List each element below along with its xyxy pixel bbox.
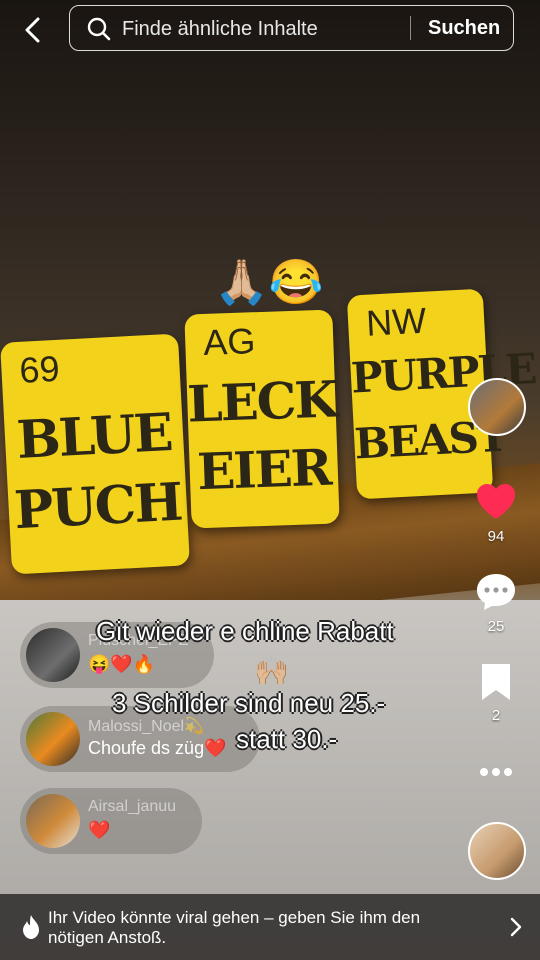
comment-icon[interactable]: [474, 570, 518, 614]
heart-icon[interactable]: [474, 480, 518, 524]
video-screen[interactable]: 69 BLUE PUCH AG LECK EIER NW PURPLE BEAS…: [0, 0, 540, 960]
banner-text: Ihr Video könnte viral gehen – geben Sie…: [48, 908, 421, 947]
caption-line-2: 3 Schilder sind neu 25.-: [112, 688, 386, 718]
creator-avatar[interactable]: [468, 378, 526, 436]
save-count: 2: [491, 707, 501, 724]
flame-icon: [23, 915, 39, 939]
search-icon: [87, 17, 111, 41]
search-button[interactable]: Suchen: [428, 17, 500, 40]
promote-banner[interactable]: Ihr Video könnte viral gehen – geben Sie…: [0, 894, 540, 960]
caption-line-3: statt 30.-: [236, 724, 338, 754]
caption-line-1: Git wieder e chline Rabatt: [96, 616, 394, 646]
comment-text: ❤️: [88, 820, 111, 840]
search-input[interactable]: Finde ähnliche Inhalte: [122, 18, 318, 41]
plate-code: 69: [18, 347, 61, 391]
comment-text: Choufe ds züg❤️: [88, 738, 227, 758]
avatar: [26, 712, 80, 766]
avatar: [26, 628, 80, 682]
more-icon[interactable]: [474, 750, 518, 794]
sound-avatar[interactable]: [468, 822, 526, 880]
plate-sign-2: AG LECK EIER: [184, 309, 340, 529]
back-arrow-icon[interactable]: [18, 14, 50, 46]
comment-count: 25: [487, 618, 505, 635]
avatar: [26, 794, 80, 848]
plate-line-1: LECK: [186, 369, 337, 434]
search-bar[interactable]: Finde ähnliche Inhalte Suchen: [69, 5, 514, 51]
search-divider: [410, 16, 411, 40]
like-count: 94: [487, 528, 505, 545]
plate-code: NW: [365, 299, 428, 344]
video-emoji: 🙏🏼😂: [214, 258, 324, 307]
plate-code: AG: [202, 320, 256, 363]
caption-emoji: 🙌🏼: [254, 655, 289, 686]
comment-bubble[interactable]: Airsal_januu ❤️: [20, 788, 202, 854]
plate-line-1: BLUE: [15, 402, 173, 472]
bookmark-icon[interactable]: [474, 660, 518, 704]
plate-line-1: PURPLE: [349, 343, 537, 403]
plate-sign-1: 69 BLUE PUCH: [0, 333, 190, 575]
chevron-right-icon[interactable]: [506, 916, 526, 938]
plate-line-2: EIER: [196, 437, 332, 502]
comment-text: 😝❤️🔥: [88, 654, 156, 674]
comment-username: Malossi_Noel💫: [88, 718, 204, 735]
comment-username: Airsal_januu: [88, 798, 177, 815]
plate-line-2: PUCH: [12, 471, 183, 542]
